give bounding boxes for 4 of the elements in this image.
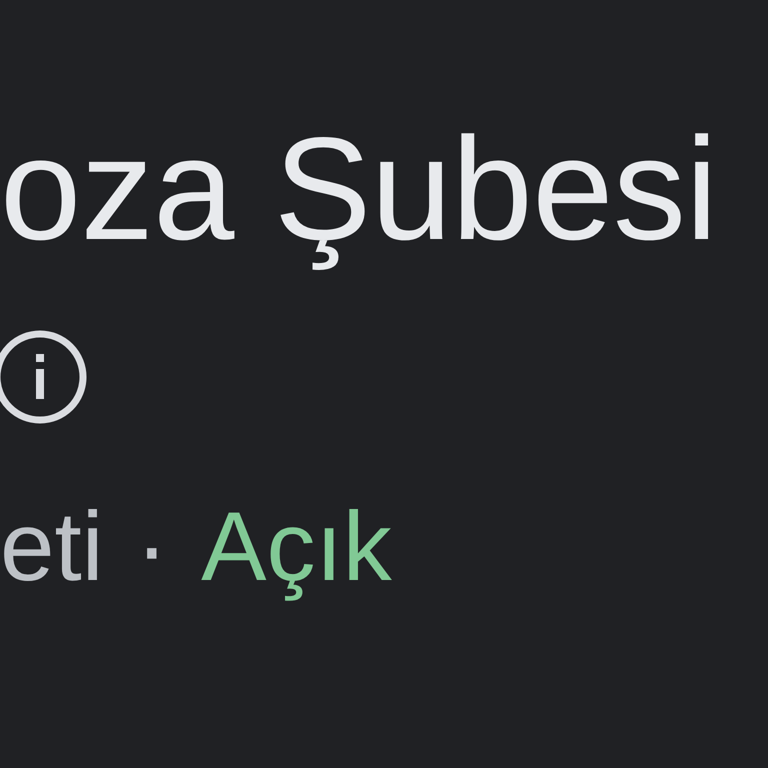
open-status-text: Açık [201,490,392,603]
place-title: oza Şubesi [0,106,718,272]
category-text: eti [0,490,104,602]
separator-text: · [136,490,168,602]
